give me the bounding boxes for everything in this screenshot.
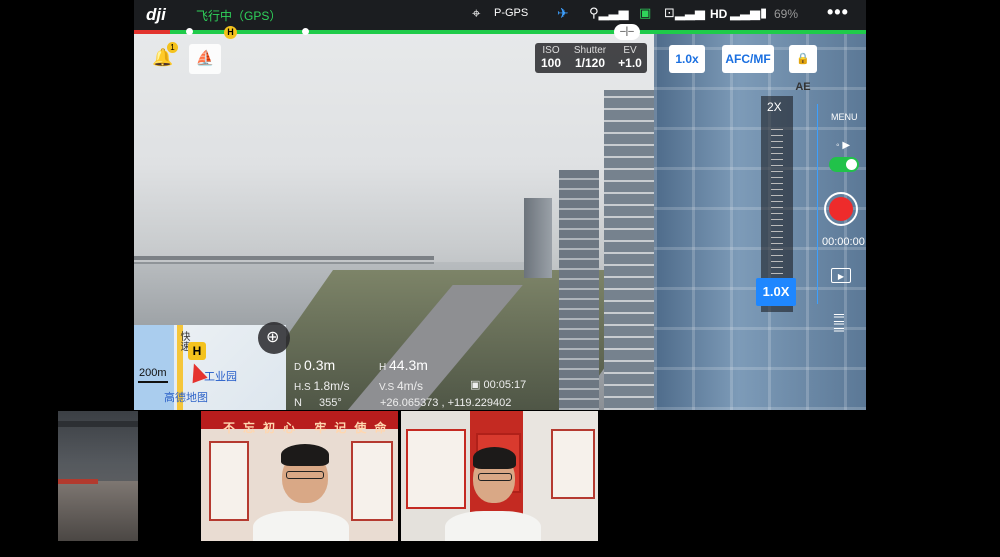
playback-icon[interactable]: ▶ xyxy=(831,268,851,283)
person-hair xyxy=(473,447,516,469)
height-label: H xyxy=(379,362,387,373)
bridge-shadow xyxy=(134,262,434,264)
glasses xyxy=(478,473,512,481)
corridor-floor xyxy=(58,481,138,541)
map-home-marker: H xyxy=(188,342,206,360)
heading-value: 355° xyxy=(319,397,342,409)
settings-sliders-icon[interactable]: ═ ═ ═ xyxy=(834,308,844,336)
menu-button[interactable]: MENU xyxy=(831,112,858,122)
telemetry-vspeed: V.S 4m/s xyxy=(379,379,423,393)
distant-tower xyxy=(524,198,552,278)
person-body xyxy=(253,511,349,541)
drone-camera-view: dji 飞行中（GPS） ⌖ P-GPS ✈ ⚲▂▃▅ ▣ ⊡▂▃▅ HD ▂▃… xyxy=(134,0,866,410)
photo-video-toggle[interactable] xyxy=(829,157,859,172)
photo-video-icon: ◦ ▶ xyxy=(836,140,851,151)
drone-icon: ⌖ xyxy=(472,5,481,22)
battery-progress-bar xyxy=(134,28,866,35)
satellite-icon: ✈ xyxy=(557,5,569,21)
iso-label: ISO xyxy=(542,45,560,56)
status-bar: dji 飞行中（GPS） ⌖ P-GPS ✈ ⚲▂▃▅ ▣ ⊡▂▃▅ HD ▂▃… xyxy=(134,0,866,30)
ev-value: +1.0 xyxy=(618,56,642,70)
focus-mode-button[interactable]: AFC/MF xyxy=(722,45,774,73)
wall-poster-left xyxy=(209,441,249,521)
participant-tile-2[interactable]: 不忘初心 牢记使命 xyxy=(201,411,398,541)
vision-icon: ▣ xyxy=(639,5,652,20)
locate-button[interactable]: ⊕ xyxy=(258,322,290,354)
telemetry-height: H 44.3m xyxy=(379,357,428,373)
hspeed-value: 1.8m/s xyxy=(313,379,350,393)
hd-signal-icon: ▂▃▅ xyxy=(730,5,760,20)
distance-value: 0.3m xyxy=(304,357,336,373)
wall-poster-right xyxy=(351,441,393,521)
flight-time: 00:05:17 xyxy=(483,379,527,391)
red-railing xyxy=(58,479,98,484)
hd-label: HD xyxy=(710,7,728,21)
ev-label: EV xyxy=(623,45,637,56)
zoom-max-label: 2X xyxy=(767,100,782,114)
shutter-value: 1/120 xyxy=(574,56,606,70)
rc-signal-icon: ⊡▂▃▅ xyxy=(664,5,705,20)
building-mid xyxy=(604,90,659,410)
focus-mode-label: AFC/MF xyxy=(725,52,771,66)
map-poi-label: 工业园 xyxy=(204,371,237,383)
notification-badge: 1 xyxy=(167,42,178,53)
ae-lock-label: AE xyxy=(795,81,811,93)
camera-params[interactable]: ISO 100 Shutter 1/120 EV +1.0 xyxy=(535,43,647,73)
zoom-ticks xyxy=(771,126,783,286)
distance-label: D xyxy=(294,362,302,373)
battery-icon: ▮ xyxy=(760,5,768,20)
participant-tile-site[interactable] xyxy=(58,411,138,541)
zoom-current[interactable]: 1.0X xyxy=(756,278,796,306)
shutter-label: Shutter xyxy=(573,45,607,56)
ceiling-beam xyxy=(58,421,138,427)
home-point-marker: H xyxy=(224,26,237,39)
participant-tile-3[interactable] xyxy=(401,411,598,541)
battery-level: 69% xyxy=(774,7,799,21)
gimbal-indicator[interactable]: –|– xyxy=(614,24,640,40)
hspeed-label: H.S xyxy=(294,382,311,393)
zoom-track xyxy=(817,104,818,304)
takeoff-icon[interactable]: ⛵ xyxy=(189,44,221,74)
building-small xyxy=(559,170,599,410)
wall-banner: 不忘初心 牢记使命 xyxy=(223,421,395,435)
record-button[interactable] xyxy=(824,192,858,226)
gps-mode[interactable]: P-GPS xyxy=(494,7,528,19)
vspeed-label: V.S xyxy=(379,382,395,393)
coords-value: +26.065373 , +119.229402 xyxy=(380,397,512,409)
telemetry-hspeed: H.S 1.8m/s xyxy=(294,379,349,393)
iso-value: 100 xyxy=(540,56,562,70)
gps-coordinates: +26.065373 , +119.229402 xyxy=(380,397,511,409)
map-provider: 高德地图 xyxy=(164,392,208,404)
flight-status: 飞行中（GPS） xyxy=(196,9,282,23)
vspeed-value: 4m/s xyxy=(396,379,423,393)
map-scale-bar xyxy=(138,381,168,383)
wall-poster-left xyxy=(406,429,466,509)
gps-signal-icon: ⚲▂▃▅ xyxy=(589,5,629,20)
record-time: 00:00:00 xyxy=(822,236,865,248)
zoom-badge[interactable]: 1.0x xyxy=(669,45,705,73)
person-hair xyxy=(281,444,329,466)
wall-poster-right xyxy=(551,429,595,499)
bridge-scene xyxy=(134,256,434,260)
dji-logo[interactable]: dji xyxy=(146,5,166,25)
flight-timer: ▣ 00:05:17 xyxy=(470,378,526,391)
person-body xyxy=(445,511,541,541)
map-scale: 200m xyxy=(139,367,167,379)
crosshair-icon: ⊕ xyxy=(266,329,280,346)
height-value: 44.3m xyxy=(389,357,428,373)
heading-label: N xyxy=(294,397,302,409)
ae-lock-button[interactable]: 🔒 AE xyxy=(789,45,817,93)
more-icon[interactable]: ••• xyxy=(827,2,849,23)
heading-readout: N 355° xyxy=(294,397,342,409)
timer-icon: ▣ xyxy=(470,379,481,391)
glasses xyxy=(286,471,324,479)
lock-icon: 🔒 xyxy=(796,53,810,65)
telemetry-distance: D 0.3m xyxy=(294,357,335,373)
